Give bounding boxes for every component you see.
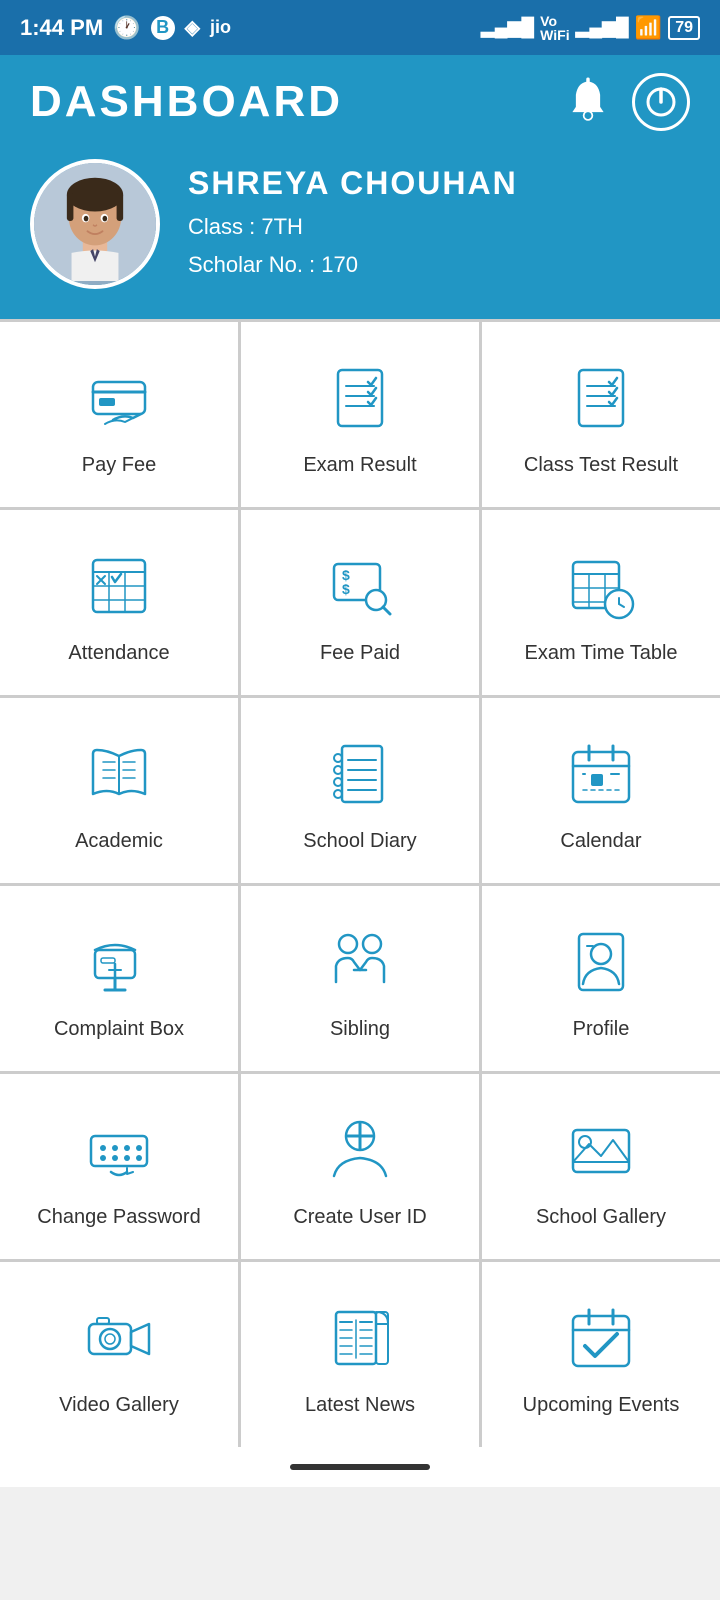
grid-item-video-gallery[interactable]: Video Gallery	[0, 1262, 238, 1447]
exam-result-icon	[320, 358, 400, 438]
power-icon	[644, 85, 678, 119]
jio-label: jio	[210, 17, 231, 38]
school-diary-icon	[320, 734, 400, 814]
fee-paid-icon: $ $	[320, 546, 400, 626]
signal-icon: ▂▄▆█	[481, 17, 534, 38]
create-user-label: Create User ID	[293, 1204, 426, 1230]
change-password-label: Change Password	[37, 1204, 200, 1230]
b-icon: B	[151, 16, 175, 40]
complaint-icon	[79, 922, 159, 1002]
pay-fee-icon	[79, 358, 159, 438]
profile-info: SHREYA CHOUHAN Class : 7TH Scholar No. :…	[188, 165, 518, 283]
profile-icon	[561, 922, 641, 1002]
student-scholar: Scholar No. : 170	[188, 246, 518, 283]
grid-item-latest-news[interactable]: Latest News	[241, 1262, 479, 1447]
vo-wifi-label: VoWiFi	[540, 14, 569, 42]
sibling-icon	[320, 922, 400, 1002]
calendar-icon	[561, 734, 641, 814]
page-title: DASHBOARD	[30, 77, 343, 127]
school-gallery-icon	[561, 1110, 641, 1190]
time-display: 1:44 PM	[20, 15, 103, 41]
wifi-icon: 📶	[635, 15, 662, 41]
pay-fee-label: Pay Fee	[82, 452, 156, 478]
battery-icon: 79	[668, 16, 700, 40]
grid-item-profile[interactable]: Profile	[482, 886, 720, 1071]
academic-label: Academic	[75, 828, 163, 854]
grid-item-school-gallery[interactable]: School Gallery	[482, 1074, 720, 1259]
avatar-placeholder	[34, 163, 156, 285]
grid-item-complaint-box[interactable]: Complaint Box	[0, 886, 238, 1071]
status-bar: 1:44 PM 🕐 B ◈ jio ▂▄▆█ VoWiFi ▂▄▆█ 📶 79	[0, 0, 720, 55]
avatar	[30, 159, 160, 289]
attendance-icon	[79, 546, 159, 626]
grid-item-exam-result[interactable]: Exam Result	[241, 322, 479, 507]
status-right: ▂▄▆█ VoWiFi ▂▄▆█ 📶 79	[481, 14, 700, 42]
avatar-svg	[34, 159, 156, 285]
status-left: 1:44 PM 🕐 B ◈ jio	[20, 15, 231, 41]
grid-item-upcoming-events[interactable]: Upcoming Events	[482, 1262, 720, 1447]
notification-button[interactable]	[562, 74, 614, 131]
exam-timetable-label: Exam Time Table	[524, 640, 677, 666]
class-test-label: Class Test Result	[524, 452, 678, 478]
exam-result-label: Exam Result	[303, 452, 416, 478]
profile-label: Profile	[573, 1016, 630, 1042]
video-gallery-icon	[79, 1298, 159, 1378]
header-actions	[562, 73, 690, 131]
grid-item-create-user-id[interactable]: Create User ID	[241, 1074, 479, 1259]
change-password-icon	[79, 1110, 159, 1190]
school-gallery-label: School Gallery	[536, 1204, 666, 1230]
alarm-icon: 🕐	[113, 15, 140, 41]
calendar-label: Calendar	[560, 828, 641, 854]
power-button[interactable]	[632, 73, 690, 131]
complaint-label: Complaint Box	[54, 1016, 184, 1042]
grid-item-pay-fee[interactable]: Pay Fee	[0, 322, 238, 507]
profile-section: SHREYA CHOUHAN Class : 7TH Scholar No. :…	[30, 159, 690, 289]
grid-item-change-password[interactable]: Change Password	[0, 1074, 238, 1259]
class-test-icon	[561, 358, 641, 438]
svg-text:$: $	[342, 581, 350, 597]
sibling-label: Sibling	[330, 1016, 390, 1042]
upcoming-events-icon	[561, 1298, 641, 1378]
header-top: DASHBOARD	[30, 73, 690, 131]
create-user-icon	[320, 1110, 400, 1190]
student-name: SHREYA CHOUHAN	[188, 165, 518, 202]
grid-item-sibling[interactable]: Sibling	[241, 886, 479, 1071]
latest-news-icon	[320, 1298, 400, 1378]
grid-item-academic[interactable]: Academic	[0, 698, 238, 883]
bottom-bar	[0, 1447, 720, 1487]
grid-item-class-test[interactable]: Class Test Result	[482, 322, 720, 507]
grid-item-fee-paid[interactable]: $ $ Fee Paid	[241, 510, 479, 695]
video-gallery-label: Video Gallery	[59, 1392, 179, 1418]
upcoming-events-label: Upcoming Events	[523, 1392, 680, 1418]
signal2-icon: ▂▄▆█	[576, 17, 629, 38]
academic-icon	[79, 734, 159, 814]
fee-paid-label: Fee Paid	[320, 640, 400, 666]
grid-item-exam-timetable[interactable]: Exam Time Table	[482, 510, 720, 695]
home-indicator	[290, 1464, 430, 1470]
grid-item-attendance[interactable]: Attendance	[0, 510, 238, 695]
exam-timetable-icon	[561, 546, 641, 626]
header: DASHBOARD	[0, 55, 720, 319]
wifi-alt-icon: ◈	[185, 15, 200, 40]
grid-item-school-diary[interactable]: School Diary	[241, 698, 479, 883]
grid-item-calendar[interactable]: Calendar	[482, 698, 720, 883]
bell-icon	[562, 74, 614, 126]
menu-grid: Pay Fee Exam Result	[0, 319, 720, 1447]
attendance-label: Attendance	[68, 640, 169, 666]
school-diary-label: School Diary	[303, 828, 416, 854]
student-class: Class : 7TH	[188, 208, 518, 245]
latest-news-label: Latest News	[305, 1392, 415, 1418]
